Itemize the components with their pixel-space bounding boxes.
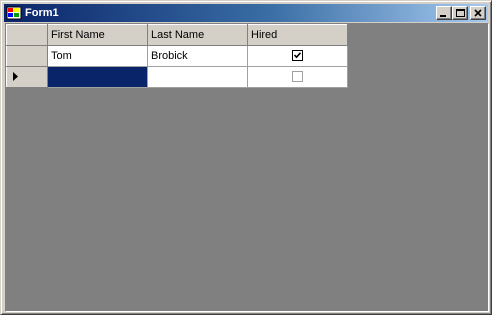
column-header-hired[interactable]: Hired (247, 24, 348, 46)
header-row: First Name Last Name Hired (6, 24, 348, 46)
checkmark-icon (293, 52, 302, 59)
cell-first-name[interactable]: Tom (47, 45, 148, 67)
window-title: Form1 (25, 7, 59, 19)
app-form-icon[interactable] (6, 5, 22, 21)
form-client-area: First Name Last Name Hired Tom Brobick (5, 23, 489, 312)
column-header-last-name[interactable]: Last Name (147, 24, 248, 46)
row-header[interactable] (6, 45, 48, 67)
minimize-button[interactable] (436, 6, 452, 20)
hired-checkbox[interactable] (292, 50, 303, 62)
right-triangle-icon (13, 72, 18, 81)
title-bar[interactable]: Form1 (4, 4, 488, 22)
cell-hired[interactable] (247, 66, 348, 88)
close-button[interactable] (470, 6, 486, 20)
data-grid[interactable]: First Name Last Name Hired Tom Brobick (6, 24, 348, 88)
main-window: Form1 First Name Last Name Hired Tom Bro… (0, 0, 492, 315)
maximize-icon (456, 9, 465, 17)
hired-checkbox-unchecked[interactable] (292, 71, 303, 83)
table-row: Tom Brobick (6, 45, 348, 67)
cell-last-name[interactable] (147, 66, 248, 88)
minimize-icon (440, 15, 446, 17)
cell-hired[interactable] (247, 45, 348, 67)
maximize-button[interactable] (452, 6, 468, 20)
top-left-corner-header[interactable] (6, 24, 48, 46)
table-row-new (6, 66, 348, 88)
cell-last-name[interactable]: Brobick (147, 45, 248, 67)
cell-first-name-selected[interactable] (47, 66, 148, 88)
column-header-first-name[interactable]: First Name (47, 24, 148, 46)
row-header-current[interactable] (6, 66, 48, 88)
close-icon (474, 9, 482, 17)
